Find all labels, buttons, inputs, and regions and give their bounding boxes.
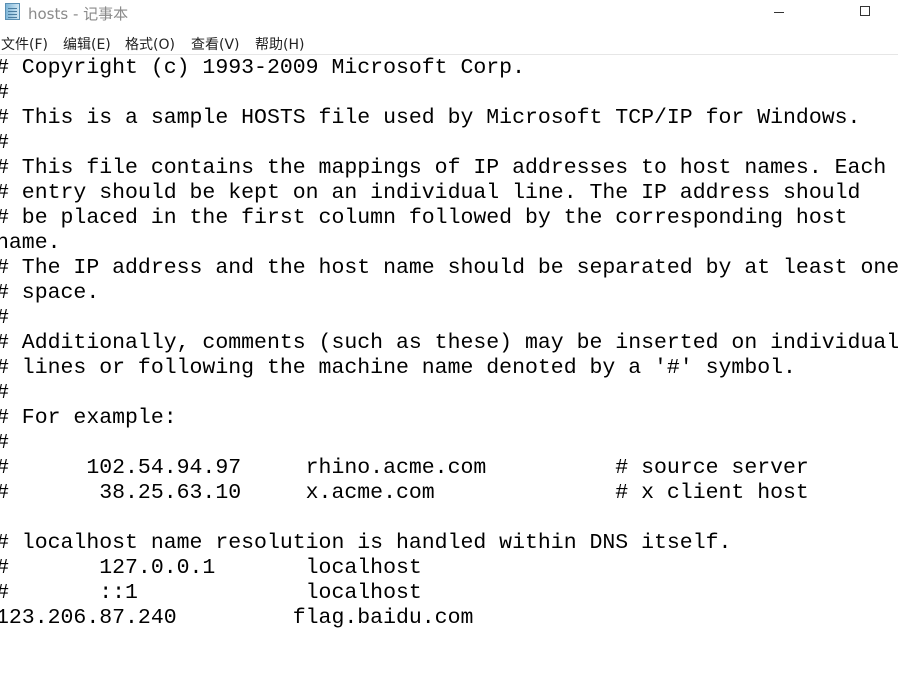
maximize-button[interactable] <box>842 0 888 26</box>
notepad-icon <box>5 3 20 20</box>
text-line: # <box>0 431 9 456</box>
text-line: # localhost name resolution is handled w… <box>0 531 732 555</box>
text-line: # This is a sample HOSTS file used by Mi… <box>0 106 861 130</box>
text-line: 123.206.87.240 flag.baidu.com <box>0 606 474 630</box>
text-line: # The IP address and the host name shoul… <box>0 256 898 280</box>
menu-file[interactable]: 文件(F) <box>1 34 48 54</box>
text-line: # 127.0.0.1 localhost <box>0 556 422 580</box>
text-line: # <box>0 81 9 106</box>
text-line: # For example: <box>0 406 177 430</box>
title-bar: hosts - 记事本 <box>0 0 898 26</box>
text-line: # 38.25.63.10 x.acme.com # x client host <box>0 481 809 505</box>
text-line: # space. <box>0 281 100 305</box>
minimize-button[interactable] <box>756 0 802 26</box>
text-line: # Copyright (c) 1993-2009 Microsoft Corp… <box>0 56 525 80</box>
text-line: # be placed in the first column followed… <box>0 206 848 230</box>
text-editor[interactable]: # Copyright (c) 1993-2009 Microsoft Corp… <box>0 55 898 690</box>
menu-bar: 文件(F) 编辑(E) 格式(O) 查看(V) 帮助(H) <box>0 31 898 55</box>
text-line: # Additionally, comments (such as these)… <box>0 331 898 355</box>
window-title: hosts - 记事本 <box>28 5 129 23</box>
text-line: # entry should be kept on an individual … <box>0 181 861 205</box>
text-line: # ::1 localhost <box>0 581 422 605</box>
menu-edit[interactable]: 编辑(E) <box>63 34 111 54</box>
text-line: # <box>0 381 9 406</box>
menu-help[interactable]: 帮助(H) <box>255 34 304 54</box>
text-line: # <box>0 306 9 331</box>
text-line: # lines or following the machine name de… <box>0 356 796 380</box>
text-line: name. <box>0 231 61 255</box>
text-line: # 102.54.94.97 rhino.acme.com # source s… <box>0 456 809 480</box>
menu-format[interactable]: 格式(O) <box>125 34 175 54</box>
text-line: # <box>0 131 9 156</box>
menu-view[interactable]: 查看(V) <box>191 34 240 54</box>
text-line: # This file contains the mappings of IP … <box>0 156 887 180</box>
